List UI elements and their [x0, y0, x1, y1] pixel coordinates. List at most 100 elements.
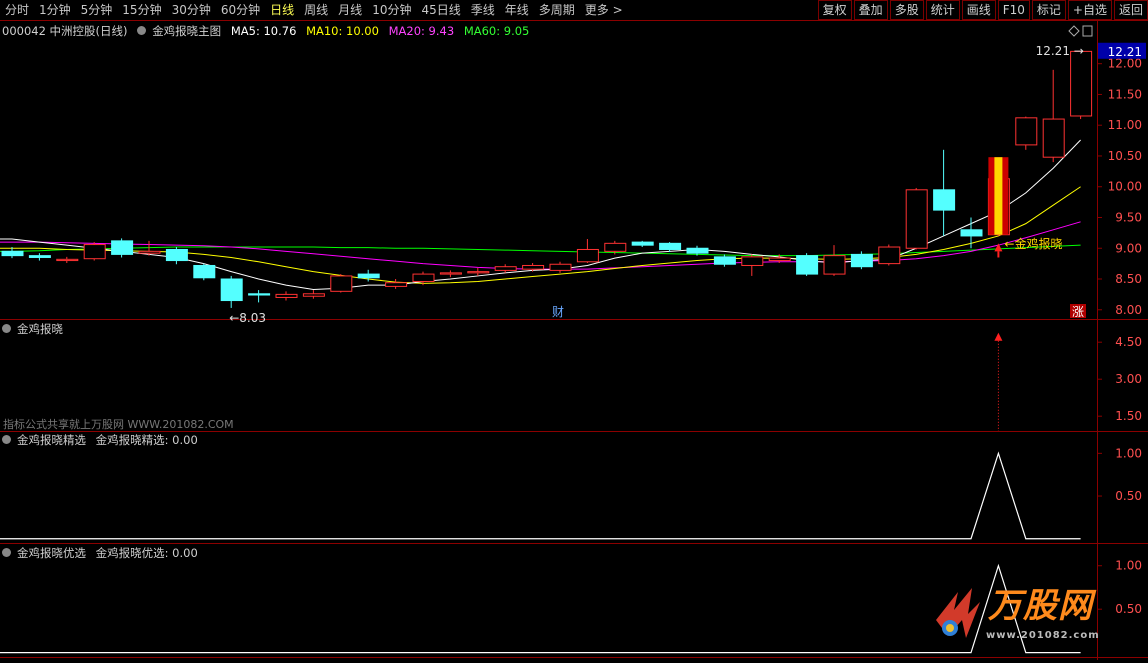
gear-icon[interactable]: [2, 435, 11, 444]
ma20-value: MA20: 9.43: [388, 24, 455, 38]
toolbar-button-1[interactable]: 叠加: [853, 0, 888, 20]
ytick-label-2: 11.00: [1108, 118, 1142, 132]
ma60-value: MA60: 9.05: [463, 24, 530, 38]
candle-body-38: [1042, 118, 1065, 158]
gear-icon[interactable]: [2, 548, 11, 557]
period-tab-3[interactable]: 15分钟: [117, 0, 166, 20]
panel2-title: 金鸡报晓: [2, 321, 69, 337]
panel3-title: 金鸡报晓精选 金鸡报晓精选: 0.00: [2, 432, 204, 448]
candle-body-7: [193, 264, 216, 279]
candle-body-9: [248, 293, 271, 296]
candle-body-31: [850, 253, 873, 268]
period-tab-8[interactable]: 月线: [333, 0, 367, 20]
panel3-value: 金鸡报晓精选: 0.00: [95, 433, 198, 447]
zhang-badge: 涨: [1072, 304, 1084, 319]
gear-icon[interactable]: [2, 324, 11, 333]
candle-body-23: [631, 241, 654, 246]
candle-body-22: [604, 242, 627, 252]
function-buttons: 复权 叠加 多股 统计 画线 F10 标记 +自选 返回: [816, 0, 1148, 20]
candle-body-5: [138, 250, 161, 254]
main-panel-title: 000042 中洲控股(日线) 金鸡报晓主图 MA5: 10.76 MA10: …: [2, 23, 535, 39]
p3-ytick-label-1: 0.50: [1115, 489, 1142, 503]
low-price-label: ←8.03: [229, 311, 266, 325]
candle-body-11: [302, 293, 325, 297]
period-tab-5[interactable]: 60分钟: [216, 0, 265, 20]
period-tab-2[interactable]: 5分钟: [76, 0, 118, 20]
period-toolbar: 分时 1分钟 5分钟 15分钟 30分钟 60分钟 日线 周线 月线 10分钟 45日线 季线 年线 多周…: [0, 0, 1148, 21]
toolbar-button-4[interactable]: 画线: [961, 0, 996, 20]
candle-body-20: [549, 263, 572, 271]
candle-body-8: [220, 278, 243, 302]
ma5-value: MA5: 10.76: [230, 24, 297, 38]
candle-body-10: [275, 293, 298, 298]
high-price-label: 12.21 →: [1036, 44, 1084, 58]
candle-body-16: [439, 272, 462, 275]
period-tab-14[interactable]: 更多 >: [580, 0, 628, 20]
candle-body-12: [330, 275, 353, 292]
stock-name[interactable]: 000042 中洲控股(日线): [2, 24, 128, 38]
ytick-label-8: 8.00: [1115, 303, 1142, 317]
layout-icon: [1082, 25, 1093, 37]
candle-body-28: [768, 257, 791, 262]
candle-body-29: [796, 255, 819, 275]
candle-body-34: [933, 189, 956, 211]
toolbar-button-0[interactable]: 复权: [817, 0, 852, 20]
toolbar-button-2[interactable]: 多股: [889, 0, 924, 20]
watermark-text: 指标公式共享就上万股网 WWW.201082.COM: [3, 418, 234, 431]
panel2-name[interactable]: 金鸡报晓: [17, 322, 63, 336]
panel4-title: 金鸡报晓优选 金鸡报晓优选: 0.00: [2, 545, 204, 561]
toolbar-button-3[interactable]: 统计: [925, 0, 960, 20]
ytick-label-7: 8.50: [1115, 272, 1142, 286]
price-tag: 12.21: [1108, 45, 1142, 59]
candle-body-39: [1070, 50, 1093, 117]
panel4-name[interactable]: 金鸡报晓优选: [17, 546, 86, 560]
period-tab-0[interactable]: 分时: [0, 0, 34, 20]
candle-body-15: [412, 273, 435, 282]
candle-body-27: [741, 256, 764, 266]
period-tabs: 分时 1分钟 5分钟 15分钟 30分钟 60分钟 日线 周线 月线 10分钟 45日线 季线 年线 多周…: [0, 0, 628, 20]
panel3-name[interactable]: 金鸡报晓精选: [17, 433, 86, 447]
candle-body-32: [878, 246, 901, 265]
p2-ytick-label-1: 3.00: [1115, 372, 1142, 386]
cai-badge: 财: [552, 305, 564, 319]
toolbar-button-6[interactable]: 标记: [1031, 0, 1066, 20]
kline-chart[interactable]: 12.00 11.50 11.00 10.50 10.00 9.50 9.00 8.50 8.0…: [0, 21, 1148, 660]
candle-body-18: [494, 266, 517, 271]
candle-body-24: [659, 242, 682, 250]
p2-ytick-label-2: 1.50: [1115, 409, 1142, 423]
candle-body-2: [56, 258, 79, 262]
ytick-label-6: 9.00: [1115, 241, 1142, 255]
toolbar-button-7[interactable]: +自选: [1067, 0, 1112, 20]
gear-icon[interactable]: [137, 26, 147, 35]
p4-ytick-label-0: 1.00: [1115, 559, 1142, 573]
period-tab-6[interactable]: 日线: [265, 0, 299, 20]
candle-body-14: [385, 282, 408, 287]
diamond-icon: [1068, 25, 1080, 37]
period-tab-12[interactable]: 年线: [500, 0, 534, 20]
signal-label: ←金鸡报晓: [1004, 236, 1062, 251]
chart-area[interactable]: 12.00 11.50 11.00 10.50 10.00 9.50 9.00 8.50 8.0…: [0, 21, 1148, 660]
period-tab-1[interactable]: 1分钟: [34, 0, 76, 20]
candle-body-19: [522, 264, 545, 270]
signal-bar-core: [994, 157, 1003, 235]
period-tab-13[interactable]: 多周期: [534, 0, 580, 20]
candle-body-37: [1015, 117, 1038, 146]
indicator-name[interactable]: 金鸡报晓主图: [152, 24, 221, 38]
period-tab-9[interactable]: 10分钟: [367, 0, 416, 20]
period-tab-7[interactable]: 周线: [299, 0, 333, 20]
p3-value-line: [0, 451, 1081, 540]
candle-body-4: [111, 240, 134, 255]
ma10-value: MA10: 10.00: [306, 24, 379, 38]
toolbar-button-5[interactable]: F10: [997, 0, 1030, 20]
period-tab-11[interactable]: 季线: [466, 0, 500, 20]
candle-body-26: [713, 256, 736, 265]
period-tab-4[interactable]: 30分钟: [167, 0, 216, 20]
toolbar-button-8[interactable]: 返回: [1113, 0, 1148, 20]
ytick-label-0: 12.00: [1108, 57, 1142, 71]
panel4-value: 金鸡报晓优选: 0.00: [95, 546, 198, 560]
candle-body-13: [357, 273, 380, 279]
ytick-label-3: 10.50: [1108, 149, 1142, 163]
p3-ytick-label-0: 1.00: [1115, 446, 1142, 460]
period-tab-10[interactable]: 45日线: [416, 0, 465, 20]
p4-value-line: [0, 563, 1081, 654]
